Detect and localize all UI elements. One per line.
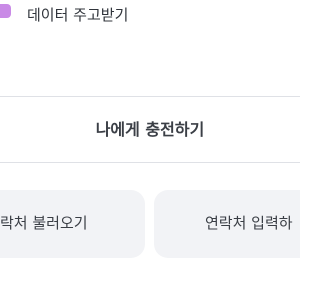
charge-myself-label: 나에게 충전하기 [95, 120, 205, 139]
data-share-label: 데이터 주고받기 [27, 6, 129, 24]
screen: 데이터 주고받기 나에게 충전하기 락처 불러오기 연락처 입력하 [0, 0, 300, 300]
data-gift-icon [0, 4, 11, 18]
enter-contact-label: 연락처 입력하 [205, 214, 293, 232]
charge-myself-button[interactable]: 나에게 충전하기 [0, 96, 300, 163]
load-contacts-label: 락처 불러오기 [0, 214, 88, 232]
enter-contact-button[interactable]: 연락처 입력하 [154, 190, 300, 258]
data-share-row[interactable]: 데이터 주고받기 [0, 0, 300, 34]
load-contacts-button[interactable]: 락처 불러오기 [0, 190, 145, 258]
